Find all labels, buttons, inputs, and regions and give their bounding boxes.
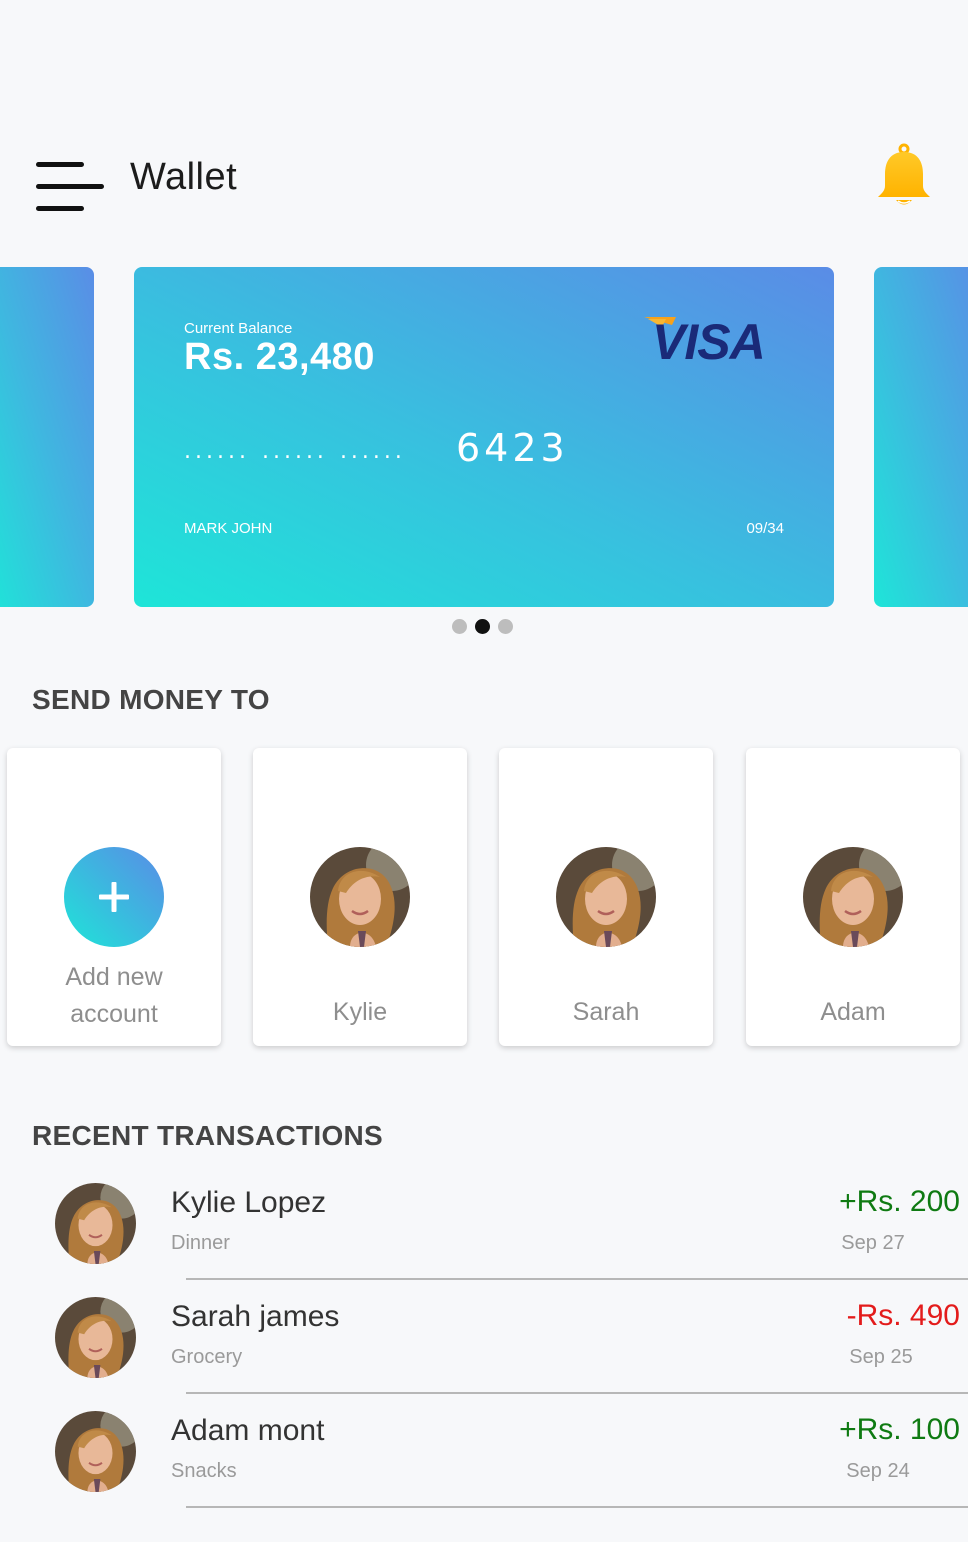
add-label-line: Add new xyxy=(65,963,163,991)
card-last-four: 6423 xyxy=(456,426,569,470)
contact-tile-kylie[interactable]: Kylie xyxy=(253,748,467,1046)
add-new-account-label: Add new account xyxy=(7,959,221,1033)
hamburger-menu-icon[interactable] xyxy=(34,160,106,214)
masked-group: ...... xyxy=(184,439,250,464)
recent-transactions-title: RECENT TRANSACTIONS xyxy=(32,1120,384,1151)
transaction-row[interactable]: Sarah james Grocery -Rs. 490 Sep 25 xyxy=(0,1297,968,1411)
divider xyxy=(186,1278,968,1280)
previous-card[interactable] xyxy=(0,267,94,607)
send-money-title: SEND MONEY TO xyxy=(32,684,270,715)
avatar xyxy=(803,847,903,947)
avatar xyxy=(55,1297,136,1378)
add-new-account-button[interactable]: Add new account xyxy=(7,748,221,1046)
bell-icon[interactable] xyxy=(874,142,934,210)
contact-name: Adam xyxy=(820,998,886,1026)
transaction-amount: +Rs. 200 xyxy=(839,1185,960,1218)
avatar xyxy=(55,1411,136,1492)
transaction-name: Sarah james xyxy=(171,1300,340,1333)
transaction-date: Sep 27 xyxy=(841,1232,905,1254)
visa-wordmark: VISA xyxy=(652,314,765,365)
divider xyxy=(186,1506,968,1508)
carousel-pagination xyxy=(452,619,513,634)
avatar xyxy=(55,1183,136,1264)
masked-group: ...... xyxy=(339,439,406,464)
transaction-date: Sep 25 xyxy=(849,1346,913,1368)
transaction-name: Kylie Lopez xyxy=(171,1186,327,1219)
contact-tile-sarah[interactable]: Sarah xyxy=(499,748,713,1046)
divider xyxy=(186,1392,968,1394)
contact-name: Sarah xyxy=(572,998,640,1026)
contact-name: Kylie xyxy=(332,998,388,1026)
transaction-name: Adam mont xyxy=(171,1414,325,1447)
transaction-category: Dinner xyxy=(171,1232,230,1254)
next-card[interactable] xyxy=(874,267,968,607)
add-icon xyxy=(64,847,164,947)
transaction-category: Snacks xyxy=(171,1460,237,1482)
contact-tile-adam[interactable]: Adam xyxy=(746,748,960,1046)
carousel-dot[interactable] xyxy=(498,619,513,634)
avatar xyxy=(556,847,656,947)
card-holder-name: MARK JOHN xyxy=(184,520,273,537)
balance-value: Rs. 23,480 xyxy=(184,336,375,378)
transaction-category: Grocery xyxy=(171,1346,243,1368)
transaction-date: Sep 24 xyxy=(846,1460,910,1482)
transaction-amount: -Rs. 490 xyxy=(846,1299,960,1332)
menu-line xyxy=(36,162,84,167)
transaction-row[interactable]: Adam mont Snacks +Rs. 100 Sep 24 xyxy=(0,1411,968,1525)
carousel-dot-active[interactable] xyxy=(475,619,490,634)
add-label-line: account xyxy=(70,1000,158,1028)
masked-card-number: .................. xyxy=(184,437,418,467)
credit-card[interactable]: Current Balance Rs. 23,480 VISA ........… xyxy=(134,267,834,607)
page-title: Wallet xyxy=(130,156,238,198)
carousel-dot[interactable] xyxy=(452,619,467,634)
transaction-amount: +Rs. 100 xyxy=(839,1413,960,1446)
card-expiry: 09/34 xyxy=(746,520,784,537)
menu-line xyxy=(36,184,104,189)
masked-group: ...... xyxy=(261,439,328,464)
transaction-row[interactable]: Kylie Lopez Dinner +Rs. 200 Sep 27 xyxy=(0,1183,968,1297)
visa-logo-icon: VISA xyxy=(642,313,786,370)
avatar xyxy=(310,847,410,947)
menu-line xyxy=(36,206,84,211)
